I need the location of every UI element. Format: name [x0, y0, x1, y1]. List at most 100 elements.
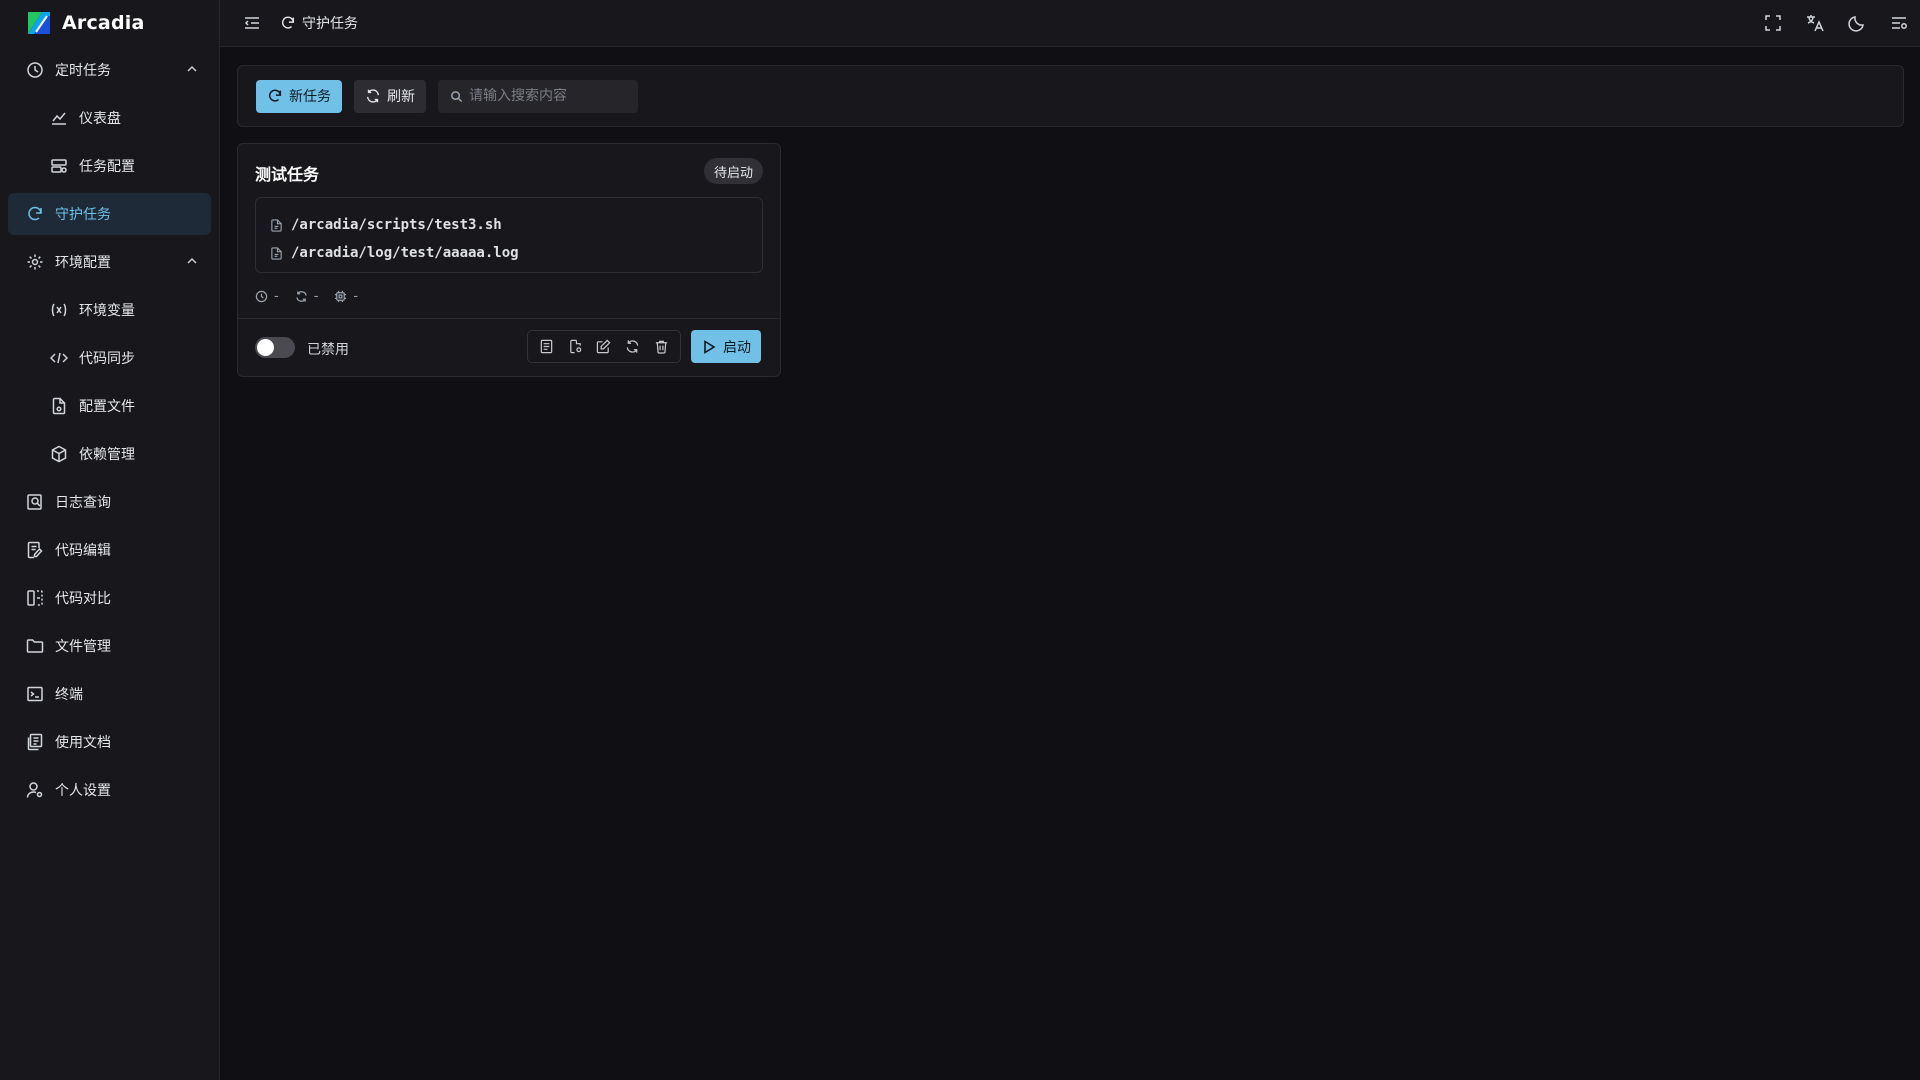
sidebar-item-terminal[interactable]: 终端 — [8, 673, 211, 715]
topbar: 守护任务 — [220, 0, 1920, 47]
sidebar-item-label: 个人设置 — [55, 783, 111, 799]
diff-icon — [26, 589, 44, 607]
sidebar-group-scheduled[interactable]: 定时任务 — [8, 49, 211, 91]
docs-icon — [26, 733, 44, 751]
start-label: 启动 — [723, 339, 751, 356]
meta-time-value: - — [274, 289, 279, 304]
refresh-shield-icon — [280, 15, 296, 31]
sidebar-menu: 定时任务 仪表盘 任务配置 守护任务 环境配置 环境变量 代码同步 配置文件 依… — [0, 46, 219, 811]
sidebar: Arcadia 定时任务 仪表盘 任务配置 守护任务 环境配置 环境变量 代码同… — [0, 0, 220, 1080]
sidebar-item-config-files[interactable]: 配置文件 — [8, 385, 211, 427]
gear-icon — [26, 253, 44, 271]
sidebar-item-label: 依赖管理 — [79, 447, 135, 463]
arcadia-logo-icon — [26, 10, 52, 36]
menu-collapse-icon[interactable] — [242, 13, 262, 33]
script-path-row: /arcadia/scripts/test3.sh — [270, 211, 762, 239]
sidebar-item-label: 环境变量 — [79, 303, 135, 319]
sidebar-item-label: 守护任务 — [55, 207, 111, 223]
sidebar-item-dashboard[interactable]: 仪表盘 — [8, 97, 211, 139]
sidebar-item-label: 日志查询 — [55, 495, 111, 511]
task-card: 测试任务 待启动 /arcadia/scripts/test3.sh /arca… — [237, 143, 781, 377]
sidebar-group-label: 定时任务 — [55, 63, 111, 79]
sidebar-item-task-config[interactable]: 任务配置 — [8, 145, 211, 187]
variable-icon — [50, 301, 68, 319]
chevron-up-icon — [185, 62, 199, 76]
sidebar-item-daemon-tasks[interactable]: 守护任务 — [8, 193, 211, 235]
sidebar-item-dependencies[interactable]: 依赖管理 — [8, 433, 211, 475]
moon-icon[interactable] — [1846, 12, 1868, 34]
chevron-up-icon — [185, 254, 199, 268]
sidebar-group-env[interactable]: 环境配置 — [8, 241, 211, 283]
refresh-button[interactable]: 刷新 — [354, 79, 426, 113]
restart-icon[interactable] — [622, 336, 644, 358]
sidebar-item-label: 代码对比 — [55, 591, 111, 607]
sidebar-item-label: 任务配置 — [79, 159, 135, 175]
fullscreen-icon[interactable] — [1762, 12, 1784, 34]
translate-icon[interactable] — [1804, 12, 1826, 34]
card-divider — [238, 318, 780, 319]
meta-cpu-value: - — [353, 289, 359, 304]
sidebar-item-code-edit[interactable]: 代码编辑 — [8, 529, 211, 571]
task-paths: /arcadia/scripts/test3.sh /arcadia/log/t… — [255, 197, 763, 273]
sidebar-item-label: 仪表盘 — [79, 111, 121, 127]
sidebar-item-code-sync[interactable]: 代码同步 — [8, 337, 211, 379]
file-icon — [270, 218, 283, 232]
settings-sliders-icon[interactable] — [1888, 12, 1910, 34]
sidebar-item-label: 代码同步 — [79, 351, 135, 367]
log-search-icon — [26, 493, 44, 511]
meta-restarts: - — [295, 289, 319, 304]
file-edit-icon — [26, 541, 44, 559]
breadcrumb[interactable]: 守护任务 — [280, 13, 358, 33]
refresh-label: 刷新 — [387, 89, 415, 105]
refresh-shield-icon — [26, 205, 44, 223]
sidebar-item-env-vars[interactable]: 环境变量 — [8, 289, 211, 331]
task-actions — [527, 330, 681, 363]
new-task-label: 新任务 — [289, 89, 331, 105]
sidebar-item-label: 代码编辑 — [55, 543, 111, 559]
app-name: Arcadia — [62, 12, 145, 34]
status-badge: 待启动 — [703, 158, 763, 184]
sidebar-item-log-query[interactable]: 日志查询 — [8, 481, 211, 523]
sidebar-item-file-manager[interactable]: 文件管理 — [8, 625, 211, 667]
log-path-row: /arcadia/log/test/aaaaa.log — [270, 239, 762, 267]
user-settings-icon — [26, 781, 44, 799]
header-actions — [1762, 12, 1910, 34]
brand[interactable]: Arcadia — [0, 0, 219, 46]
file-settings-icon[interactable] — [564, 336, 586, 358]
edit-icon[interactable] — [593, 336, 615, 358]
meta-restarts-value: - — [313, 289, 319, 304]
start-button[interactable]: 启动 — [691, 330, 761, 363]
refresh-icon — [365, 88, 381, 104]
new-task-button[interactable]: 新任务 — [256, 79, 342, 113]
package-icon — [50, 445, 68, 463]
play-icon — [701, 339, 717, 355]
search-input[interactable] — [469, 88, 629, 104]
file-icon — [270, 246, 283, 260]
sidebar-item-docs[interactable]: 使用文档 — [8, 721, 211, 763]
enable-toggle-label: 已禁用 — [307, 342, 349, 358]
view-log-icon[interactable] — [535, 336, 557, 358]
sidebar-item-label: 终端 — [55, 687, 83, 703]
file-settings-icon — [50, 397, 68, 415]
log-path: /arcadia/log/test/aaaaa.log — [291, 245, 519, 261]
terminal-icon — [26, 685, 44, 703]
clock-icon — [255, 290, 268, 303]
folder-icon — [26, 637, 44, 655]
toolbar: 新任务 刷新 — [237, 65, 1904, 127]
enable-toggle[interactable] — [255, 337, 295, 358]
trash-icon[interactable] — [651, 336, 673, 358]
search-box[interactable] — [438, 79, 638, 113]
cpu-icon — [334, 290, 347, 303]
meta-cpu: - — [334, 289, 358, 304]
breadcrumb-label: 守护任务 — [302, 16, 358, 32]
sidebar-group-label: 环境配置 — [55, 255, 111, 271]
refresh-icon — [295, 290, 308, 303]
sidebar-item-label: 使用文档 — [55, 735, 111, 751]
sidebar-item-profile[interactable]: 个人设置 — [8, 769, 211, 811]
sidebar-item-label: 配置文件 — [79, 399, 135, 415]
task-meta: - - - — [255, 289, 358, 304]
toggle-knob — [257, 339, 274, 356]
sidebar-item-label: 文件管理 — [55, 639, 111, 655]
server-config-icon — [50, 157, 68, 175]
sidebar-item-code-diff[interactable]: 代码对比 — [8, 577, 211, 619]
